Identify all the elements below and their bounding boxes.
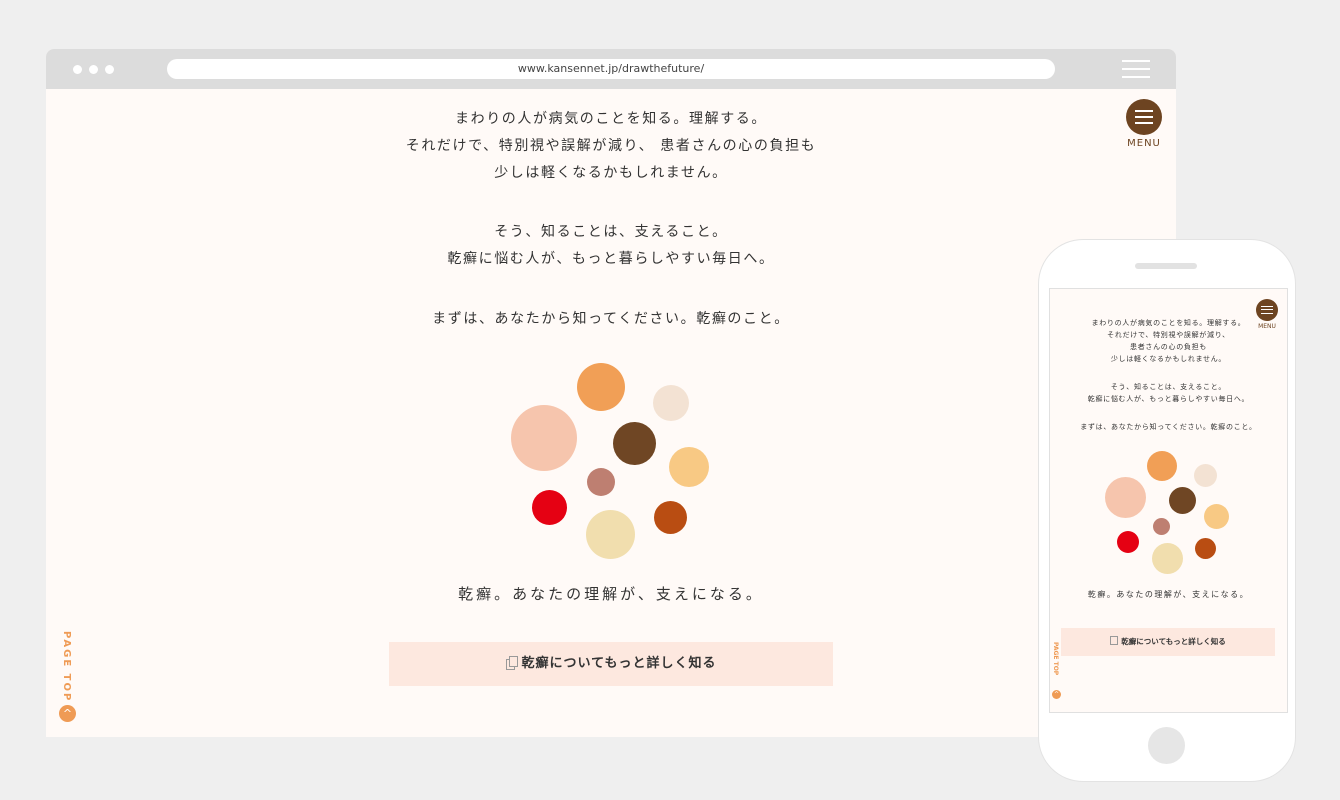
- home-button[interactable]: [1148, 727, 1185, 764]
- circle-rose: [1153, 518, 1170, 535]
- mobile-tagline: 乾癬。あなたの理解が、支えになる。: [1087, 590, 1250, 599]
- circle-peach: [511, 405, 577, 471]
- circle-light-orange: [669, 447, 709, 487]
- mobile-paragraph-3: まずは、あなたから知ってください。乾癬のこと。: [1050, 421, 1287, 433]
- circle-peach: [1105, 477, 1146, 518]
- circle-brown: [613, 422, 656, 465]
- window-dot-icon: [105, 65, 114, 74]
- copy-line: 少しは軽くなるかもしれません。: [494, 165, 728, 181]
- intro-paragraph-3: まずは、あなたから知ってください。乾癬のこと。: [46, 306, 1176, 333]
- speaker-icon: [1135, 263, 1197, 269]
- copy-line: まずは、あなたから知ってください。乾癬のこと。: [432, 311, 790, 327]
- circle-rust: [654, 501, 687, 534]
- circle-sand: [586, 510, 635, 559]
- window-dot-icon: [73, 65, 82, 74]
- copy-line: まわりの人が病気のことを知る。理解する。: [1091, 319, 1246, 327]
- intro-paragraph-2: そう、知ることは、支えること。 乾癬に悩む人が、もっと暮らしやすい毎日へ。: [46, 219, 1176, 273]
- mobile-intro-copy: まわりの人が病気のことを知る。理解する。 それだけで、特別視や誤解が減り、 患者…: [1050, 317, 1287, 433]
- tagline: 乾癬。あなたの理解が、支えになる。: [458, 585, 764, 603]
- copy-line: それだけで、特別視や誤解が減り、: [1107, 331, 1230, 339]
- document-icon: [1110, 636, 1119, 645]
- mobile-device: MENU まわりの人が病気のことを知る。理解する。 それだけで、特別視や誤解が減…: [1039, 240, 1295, 781]
- copy-line: まずは、あなたから知ってください。乾癬のこと。: [1080, 423, 1257, 431]
- circle-sand: [1152, 543, 1183, 574]
- mobile-screen: MENU まわりの人が病気のことを知る。理解する。 それだけで、特別視や誤解が減…: [1049, 288, 1288, 713]
- copy-line: 乾癬に悩む人が、もっと暮らしやすい毎日へ。: [447, 251, 775, 267]
- circle-cream: [1194, 464, 1217, 487]
- circle-rose: [587, 468, 615, 496]
- learn-more-button[interactable]: 乾癬についてもっと詳しく知る: [389, 642, 833, 686]
- page-top-label[interactable]: PAGE TOP: [60, 631, 72, 702]
- chevron-up-icon[interactable]: ^: [59, 705, 76, 722]
- mobile-paragraph-1: まわりの人が病気のことを知る。理解する。 それだけで、特別視や誤解が減り、 患者…: [1050, 317, 1287, 365]
- desktop-browser-window: www.kansennet.jp/drawthefuture/ MENU まわり…: [46, 49, 1176, 737]
- mobile-learn-more-label: 乾癬についてもっと詳しく知る: [1121, 637, 1226, 646]
- circle-orange: [577, 363, 625, 411]
- learn-more-label: 乾癬についてもっと詳しく知る: [521, 656, 717, 671]
- circle-brown: [1169, 487, 1196, 514]
- copy-line: 乾癬に悩む人が、もっと暮らしやすい毎日へ。: [1087, 395, 1250, 403]
- circle-light-orange: [1204, 504, 1229, 529]
- copy-line: そう、知ることは、支えること。: [494, 224, 728, 240]
- mobile-page-top-label[interactable]: PAGE TOP: [1052, 642, 1059, 675]
- chevron-up-icon[interactable]: ^: [1052, 690, 1061, 699]
- copy-line: それだけで、特別視や誤解が減り、 患者さんの心の負担も: [405, 138, 817, 154]
- address-bar[interactable]: www.kansennet.jp/drawthefuture/: [167, 59, 1055, 79]
- document-icon: [505, 656, 518, 670]
- circle-cream: [653, 385, 689, 421]
- copy-line: まわりの人が病気のことを知る。理解する。: [455, 111, 767, 127]
- copy-line: そう、知ることは、支えること。: [1110, 383, 1227, 391]
- browser-toolbar: www.kansennet.jp/drawthefuture/: [46, 49, 1176, 89]
- intro-paragraph-1: まわりの人が病気のことを知る。理解する。 それだけで、特別視や誤解が減り、 患者…: [46, 106, 1176, 187]
- window-dot-icon: [89, 65, 98, 74]
- intro-copy: まわりの人が病気のことを知る。理解する。 それだけで、特別視や誤解が減り、 患者…: [46, 106, 1176, 333]
- mobile-paragraph-2: そう、知ることは、支えること。 乾癬に悩む人が、もっと暮らしやすい毎日へ。: [1050, 381, 1287, 405]
- copy-line: 患者さんの心の負担も: [1130, 343, 1207, 351]
- mobile-learn-more-button[interactable]: 乾癬についてもっと詳しく知る: [1061, 628, 1275, 656]
- copy-line: 少しは軽くなるかもしれません。: [1110, 355, 1227, 363]
- browser-menu-icon[interactable]: [1122, 60, 1150, 79]
- circle-red: [1117, 531, 1139, 553]
- circle-red: [532, 490, 567, 525]
- circle-orange: [1147, 451, 1177, 481]
- circle-rust: [1195, 538, 1216, 559]
